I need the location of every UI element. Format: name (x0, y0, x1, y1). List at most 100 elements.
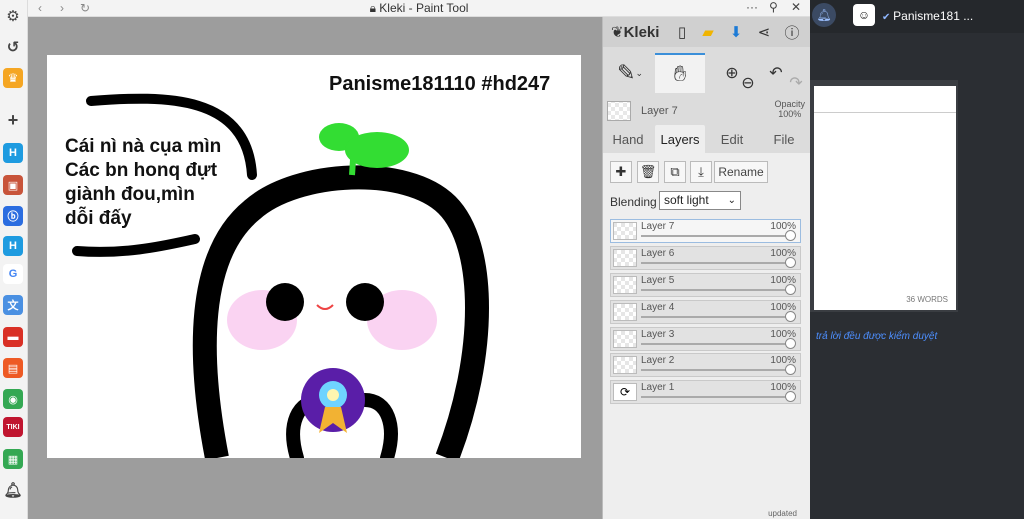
tiki-icon[interactable]: TIKI (3, 417, 23, 437)
username[interactable]: ✔ Panisme181 ... (882, 9, 973, 23)
new-file-icon[interactable]: ▯ (673, 23, 691, 41)
add-icon[interactable]: + (3, 110, 23, 130)
speech-line: dỗi đấy (65, 208, 132, 229)
window-titlebar: ‹ › ↻ 🔒︎ Kleki - Paint Tool ··· ⚲ ✕ (28, 0, 810, 17)
speech-text: Cái nì nà cụa mìn Các bn honq đựt giành … (65, 135, 221, 231)
download-icon[interactable]: ⬇ (727, 23, 745, 41)
delete-layer-button[interactable]: 🗑︎ (637, 161, 659, 183)
layer-thumbnail: ⟳ (613, 383, 637, 401)
history-icon[interactable]: ↺ (3, 37, 23, 57)
chrome-like-icon[interactable]: ◉ (3, 389, 23, 409)
opacity-slider[interactable] (641, 262, 791, 264)
opacity-slider[interactable] (641, 369, 791, 371)
panel-tabs: Hand Layers Edit File (603, 125, 811, 153)
drawing (72, 93, 489, 458)
blending-select[interactable]: soft light ⌄ (659, 191, 741, 210)
layer-row[interactable]: Layer 3 100% (610, 327, 801, 351)
opacity-slider-handle[interactable] (785, 284, 796, 295)
opacity-slider-handle[interactable] (785, 338, 796, 349)
share-icon[interactable]: ⋖ (755, 23, 773, 41)
sheets-icon[interactable]: ▦ (3, 449, 23, 469)
notification-bell-icon[interactable]: 🔔︎ (3, 480, 23, 500)
hand-tool[interactable]: ✋︎ (655, 53, 705, 93)
app-h-icon[interactable]: H (3, 143, 23, 163)
close-icon[interactable]: ✕ (791, 0, 801, 14)
red-app-icon[interactable]: ▬ (3, 327, 23, 347)
layer-row[interactable]: Layer 5 100% (610, 273, 801, 297)
pin-icon[interactable]: ⚲ (769, 0, 778, 14)
opacity-slider[interactable] (641, 289, 791, 291)
page-header: 🔔︎ ☺ ✔ Panisme181 ... (810, 0, 1024, 33)
kleki-logo[interactable]: ❦Kleki (611, 23, 659, 41)
crown-icon[interactable]: ♛ (3, 68, 23, 88)
drawing-canvas[interactable]: Panisme181110 #hd247 Cái nì nà cụa mìn C… (47, 55, 581, 458)
help-icon[interactable]: ⓘ (783, 23, 801, 42)
layer-row[interactable]: ⟳ Layer 1 100% (610, 380, 801, 404)
redo-icon: ↷ (789, 75, 803, 92)
tab-hand[interactable]: Hand (603, 125, 653, 153)
add-layer-button[interactable]: ✚ (610, 161, 632, 183)
comment-textarea[interactable] (814, 86, 956, 310)
verified-icon: ✔ (882, 12, 894, 23)
opacity-slider[interactable] (641, 396, 791, 398)
shopee-icon[interactable]: ▤ (3, 358, 23, 378)
opacity-slider-handle[interactable] (785, 391, 796, 402)
layer-row[interactable]: Layer 4 100% (610, 300, 801, 324)
layer-row[interactable]: Layer 7 100% (610, 219, 801, 243)
layer-thumbnail (613, 249, 637, 267)
trash-icon: 🗑︎ (639, 164, 657, 179)
tab-layers[interactable]: Layers (655, 125, 705, 153)
layer-thumbnail (613, 330, 637, 348)
duplicate-layer-button[interactable]: ⧉ (664, 161, 686, 183)
browser-sidebar: ⚙ ↺ ♛ + H ▣ ⓑ H G 文 ▬ ▤ ◉ TIKI ▦ 🔔︎ (0, 0, 28, 519)
blending-label: Blending (610, 195, 657, 209)
layer-thumbnail (613, 356, 637, 374)
tab-edit[interactable]: Edit (707, 125, 757, 153)
tab-file[interactable]: File (759, 125, 809, 153)
opacity-slider[interactable] (641, 316, 791, 318)
opacity-label: Opacity 100% (774, 99, 805, 119)
open-folder-icon[interactable]: ▰ (699, 23, 717, 41)
layer-row[interactable]: Layer 6 100% (610, 246, 801, 270)
tool-row: ✎ ⌄ ✋︎ ⊕ ⊖ ↶ ↷ (603, 49, 811, 95)
comment-editor[interactable]: 36 WORDS (810, 80, 958, 312)
more-icon[interactable]: ··· (746, 0, 758, 14)
merge-down-icon: ⤓ (698, 164, 704, 179)
opacity-slider-handle[interactable] (785, 311, 796, 322)
kleki-panel: ❦Kleki ▯ ▰ ⬇ ⋖ ⓘ ✎ ⌄ ✋︎ ⊕ ⊖ ↶ ↷ Layer 7 O… (602, 17, 811, 519)
current-layer-preview: Layer 7 Opacity 100% (607, 99, 807, 125)
background-page: 🔔︎ ☺ ✔ Panisme181 ... 36 WORDS trả lời đ… (810, 0, 1024, 519)
kleki-logo-icon: ❦ (611, 24, 624, 41)
current-layer-name: Layer 7 (641, 105, 678, 117)
app-h2-icon[interactable]: H (3, 236, 23, 256)
duplicate-icon: ⧉ (670, 164, 680, 179)
avatar[interactable]: ☺ (853, 4, 875, 26)
blue-app-icon[interactable]: ⓑ (3, 206, 23, 226)
canvas-area[interactable]: Panisme181110 #hd247 Cái nì nà cụa mìn C… (28, 17, 602, 519)
shield-app-icon[interactable]: ▣ (3, 175, 23, 195)
chevron-down-icon[interactable]: ⌄ (635, 68, 643, 79)
opacity-slider[interactable] (641, 343, 791, 345)
merge-layer-button[interactable]: ⤓ (690, 161, 712, 183)
opacity-slider-handle[interactable] (785, 230, 796, 241)
rename-button[interactable]: Rename (714, 161, 768, 183)
panel-topbar: ❦Kleki ▯ ▰ ⬇ ⋖ ⓘ (603, 17, 811, 47)
google-icon[interactable]: G (3, 264, 23, 284)
editor-toolbar-divider (814, 112, 956, 113)
settings-icon[interactable]: ⚙ (3, 6, 23, 26)
word-count: 36 WORDS (906, 295, 948, 304)
brush-icon: ✎ (617, 60, 636, 85)
opacity-slider-handle[interactable] (785, 364, 796, 375)
lock-icon: 🔒︎ (369, 1, 380, 15)
hand-icon: ✋︎ (673, 61, 687, 86)
translate-icon[interactable]: 文 (3, 295, 23, 315)
layer-thumbnail (607, 101, 631, 121)
moderation-notice: trả lời đều được kiểm duyệt (816, 331, 938, 342)
layer-thumbnail (613, 303, 637, 321)
opacity-slider-handle[interactable] (785, 257, 796, 268)
layer-row[interactable]: Layer 2 100% (610, 353, 801, 377)
plus-icon: ✚ (615, 164, 627, 179)
brush-tool[interactable]: ✎ ⌄ (605, 53, 655, 93)
opacity-slider[interactable] (641, 235, 791, 237)
notification-bell-icon[interactable]: 🔔︎ (812, 3, 836, 27)
